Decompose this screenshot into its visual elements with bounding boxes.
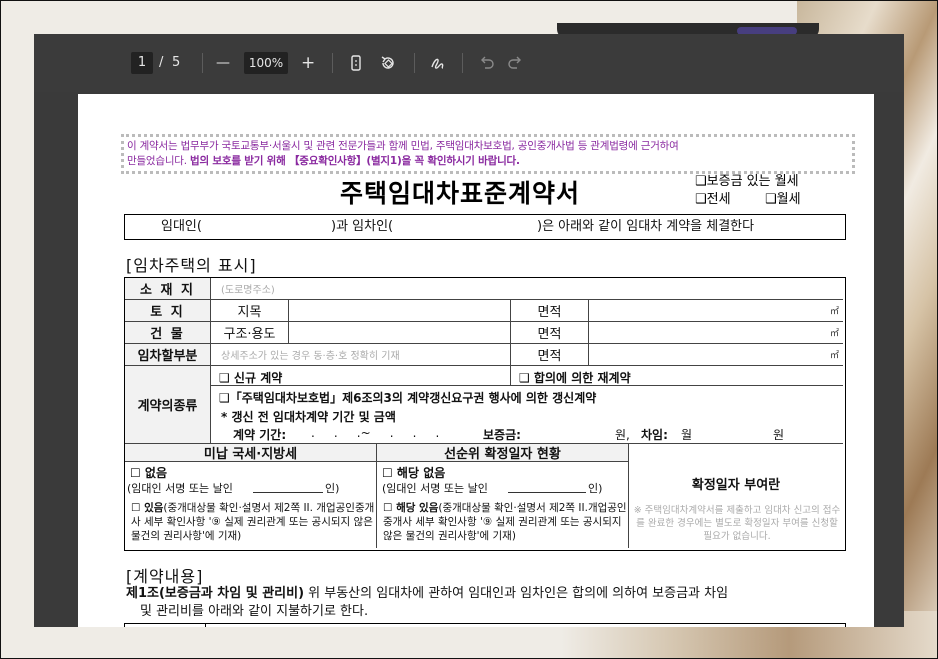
toolbar-divider (462, 53, 463, 73)
prior-rent-monthly: 월 (681, 428, 693, 442)
contract-type-label: 계약의종류 (125, 366, 211, 444)
building-area-label: 면적 (511, 322, 589, 344)
toolbar-divider (414, 53, 415, 73)
page-total: 5 (172, 55, 181, 70)
notice-line-2a: 만들었습니다. (127, 155, 191, 167)
zoom-in-button[interactable]: + (301, 52, 315, 74)
parties-end: )은 아래와 같이 임대차 계약을 체결한다 (537, 219, 755, 234)
building-area-value: ㎡ (589, 322, 843, 344)
building-structure-value (289, 322, 511, 344)
prior-period-label: 계약 기간: (233, 428, 287, 442)
tax-sign-label: (임대인 서명 또는 날인 (127, 482, 233, 495)
redo-icon[interactable] (506, 53, 526, 73)
fixed-date-note: ※ 주택임대차계약서를 제출하고 임대차 신고의 접수를 완료한 경우에는 별도… (633, 505, 841, 542)
property-table: 소 재 지 (도로명주소) 토 지 지목 면적 ㎡ 건 물 구조·용도 면적 ㎡… (124, 277, 846, 551)
rented-area-label: 면적 (511, 344, 589, 366)
land-area-value: ㎡ (589, 300, 843, 322)
land-category-label: 지목 (211, 300, 289, 322)
priority-header: 선순위 확정일자 현황 (377, 444, 629, 462)
fixed-date-cell: 확정일자 부여란 ※ 주택임대차계약서를 제출하고 임대차 신고의 접수를 완료… (629, 444, 843, 548)
rotate-icon[interactable] (378, 53, 398, 73)
fit-page-icon[interactable] (346, 53, 366, 73)
article-1-title: 제1조(보증금과 차임 및 관리비) (126, 586, 305, 601)
contract-new-option: ❑ 신규 계약 (211, 366, 511, 386)
area-unit: ㎡ (829, 329, 839, 339)
lessor-label: 임대인( (161, 219, 202, 234)
notice-box: 이 계약서는 법무부가 국토교통부·서울시 및 관련 전문가들과 함께 민법, … (121, 134, 855, 174)
building-label: 건 물 (125, 322, 211, 344)
tax-sign-end: 인) (325, 482, 340, 495)
land-category-value (289, 300, 511, 322)
pdf-viewer-window: 1 / 5 — 100% + 이 계약서는 법무부가 국토교통부·서울시 및 관… (34, 34, 904, 627)
tax-sign-line (253, 492, 323, 493)
fixed-date-header: 확정일자 부여란 (691, 478, 781, 493)
priority-sign-label: (임대인 서명 또는 날인 (382, 482, 488, 495)
rented-part-field: 상세주소가 있는 경우 동·층·호 정확히 기재 (211, 344, 511, 366)
article-1-text: 위 부동산의 임대차에 관하여 임대인과 임차인은 합의에 의하여 보증금과 차… (304, 586, 729, 601)
parties-box: 임대인( )과 임차인( )은 아래와 같이 임대차 계약을 체결한다 (124, 214, 846, 240)
contract-renewal-right-cell: ❑「주택임대차보호법」제6조의3의 계약갱신요구권 행사에 의한 갱신계약 * … (211, 386, 843, 444)
prior-deposit-label: 보증금: (483, 428, 521, 442)
land-area-label: 면적 (511, 300, 589, 322)
lessee-label: )과 임차인( (331, 219, 394, 234)
section-title-property: [임차주택의 표시] (126, 256, 257, 275)
zoom-level-input[interactable]: 100% (244, 52, 288, 74)
rented-part-label: 임차할부분 (125, 344, 211, 366)
tax-cell: ☐ 없음 (임대인 서명 또는 날인 인) ☐ 있음(중개대상물 확인·설명서 … (125, 462, 377, 548)
location-label: 소 재 지 (125, 278, 211, 300)
pdf-page: 이 계약서는 법무부가 국토교통부·서울시 및 관련 전문가들과 함께 민법, … (78, 94, 874, 627)
document-title: 주택임대차표준계약서 (340, 179, 581, 208)
option-monthly: ❑월세 (765, 192, 801, 207)
tax-none-option: ☐ 없음 (130, 466, 168, 480)
tax-exists-text: (중개대상물 확인·설명서 제2쪽 II. 개업공인중개사 세부 확인사항 '⑨… (131, 502, 375, 542)
toolbar-divider (332, 53, 333, 73)
article-1-line-2: 및 관리비를 아래와 같이 지불하기로 한다. (140, 604, 369, 619)
contract-renewal-right-option: ❑「주택임대차보호법」제6조의3의 계약갱신요구권 행사에 의한 갱신계약 (219, 391, 597, 405)
tax-header: 미납 국세·지방세 (125, 444, 377, 462)
priority-none-option: ☐ 해당 없음 (382, 466, 446, 480)
prior-rent-label: 차임: (641, 428, 668, 442)
draw-icon[interactable] (428, 53, 448, 73)
section-title-contract: [계약내용] (126, 567, 204, 586)
toolbar-divider (202, 53, 203, 73)
land-label: 토 지 (125, 300, 211, 322)
zoom-out-button[interactable]: — (216, 52, 230, 74)
prior-period-value: . . .~ . . . (311, 426, 440, 440)
tax-exists-option: ☐ 있음(중개대상물 확인·설명서 제2쪽 II. 개업공인중개사 세부 확인사… (127, 498, 376, 546)
desktop-background: 1 / 5 — 100% + 이 계약서는 법무부가 국토교통부·서울시 및 관… (0, 0, 938, 659)
area-unit: ㎡ (829, 351, 839, 361)
undo-icon[interactable] (476, 53, 496, 73)
pdf-toolbar: 1 / 5 — 100% + (34, 34, 904, 92)
rented-area-value: ㎡ (589, 344, 843, 366)
page-number-input[interactable]: 1 (131, 52, 153, 74)
building-structure-label: 구조·용도 (211, 322, 289, 344)
option-jeonse: ❑전세 (695, 192, 731, 207)
payment-table-divider (205, 624, 206, 627)
tax-exists-bold: ☐ 있음 (131, 502, 164, 514)
prior-contract-title: * 갱신 전 임대차계약 기간 및 금액 (221, 410, 396, 424)
priority-sign-end: 인) (588, 482, 603, 495)
notice-line-2b: 법의 보호를 받기 위해 【중요확인사항】(별지1)을 꼭 확인하시기 바랍니다… (190, 155, 520, 167)
article-1: 제1조(보증금과 차임 및 관리비) 위 부동산의 임대차에 관하여 임대인과 … (126, 585, 846, 621)
location-field: (도로명주소) (211, 278, 843, 300)
area-unit: ㎡ (829, 307, 839, 317)
notice-line-1: 이 계약서는 법무부가 국토교통부·서울시 및 관련 전문가들과 함께 민법, … (127, 140, 679, 152)
priority-cell: ☐ 해당 없음 (임대인 서명 또는 날인 인) ☐ 해당 있음(중개대상물 확… (377, 462, 629, 548)
contract-renewal-agreed-option: ❑ 합의에 의한 재계약 (511, 366, 843, 386)
article-1-line-1: 제1조(보증금과 차임 및 관리비) 위 부동산의 임대차에 관하여 임대인과 … (126, 585, 846, 603)
notice-line-2: 만들었습니다. 법의 보호를 받기 위해 【중요확인사항】(별지1)을 꼭 확인… (127, 154, 849, 169)
prior-deposit-won: 원, (615, 428, 630, 442)
priority-exists-option: ☐ 해당 있음(중개대상물 확인·설명서 제2쪽 II.개업공인중개사 세부 확… (379, 498, 628, 546)
priority-sign-line (508, 492, 586, 493)
priority-exists-bold: ☐ 해당 있음 (383, 502, 439, 514)
page-separator: / (159, 55, 164, 70)
prior-rent-won: 원 (773, 428, 785, 442)
payment-table-top (124, 623, 846, 627)
option-deposit-monthly: ❑보증금 있는 월세 (695, 174, 799, 189)
